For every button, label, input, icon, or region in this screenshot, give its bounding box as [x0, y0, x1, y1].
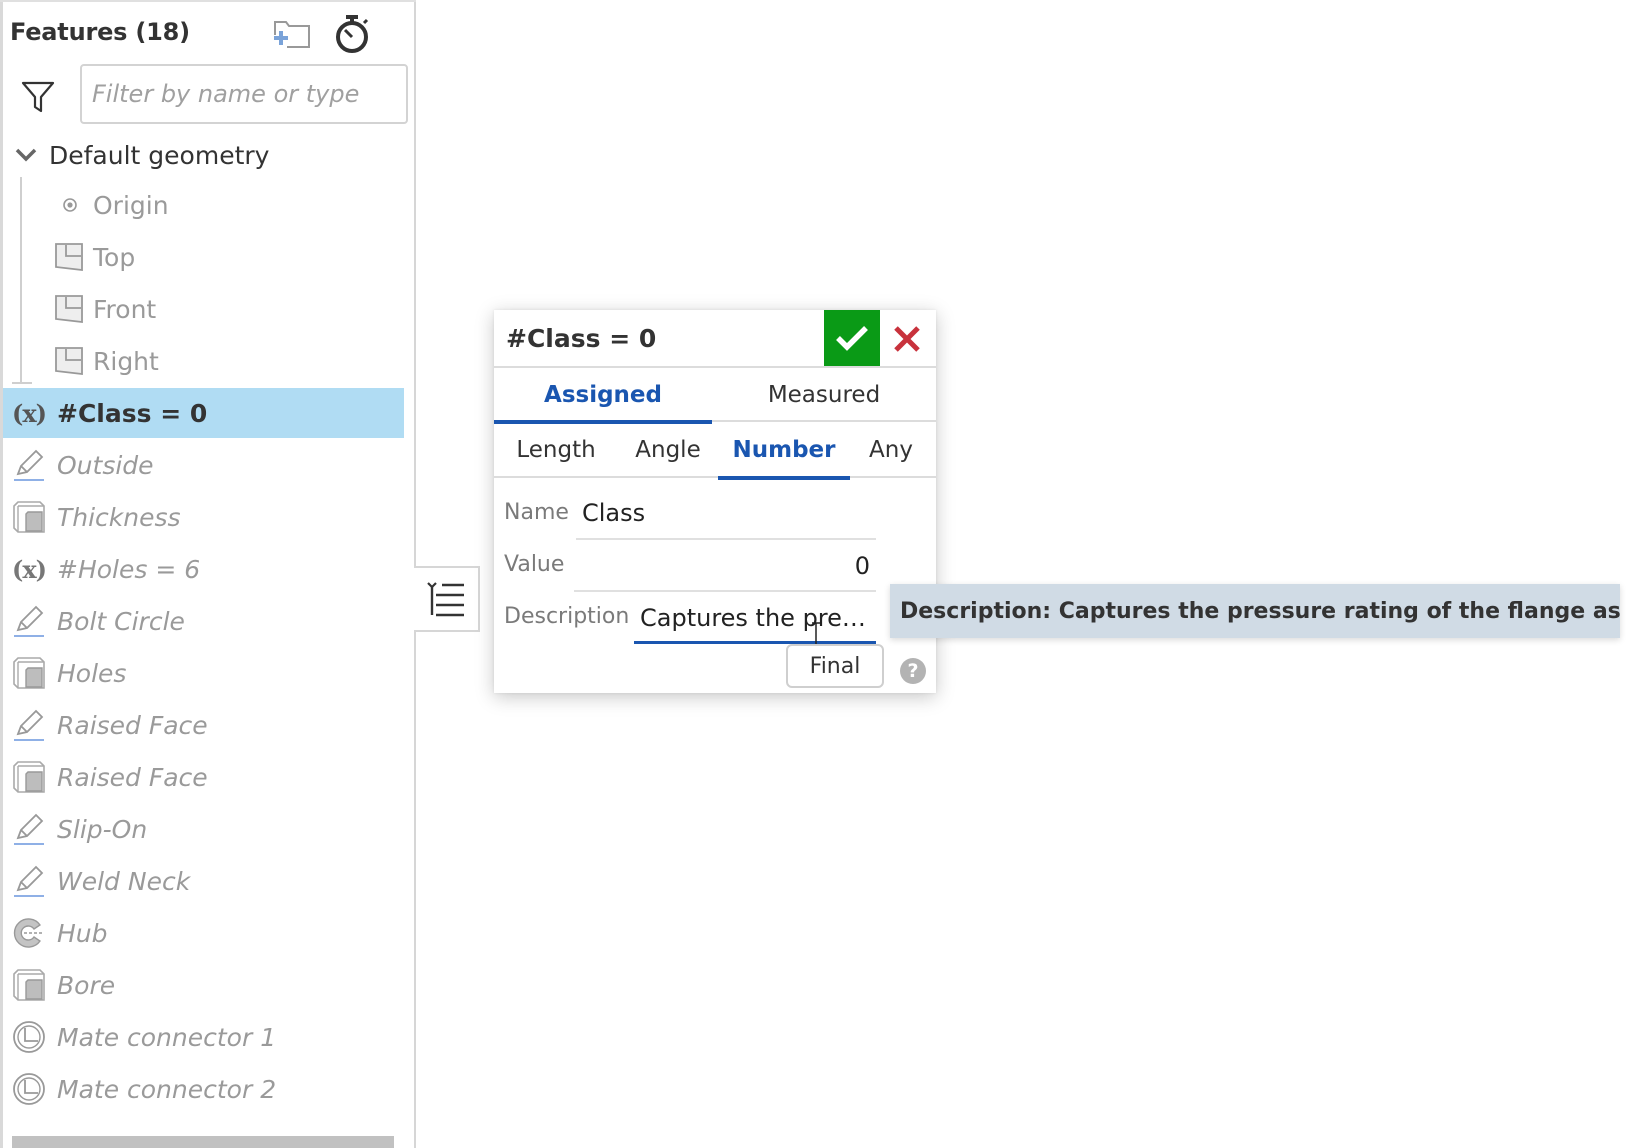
plane-icon [53, 240, 87, 274]
tree-item-label: Origin [93, 190, 169, 220]
sketch-icon [11, 863, 47, 899]
feature-label: Hub [57, 918, 108, 948]
tree-item-label: Top [93, 242, 136, 272]
variable-icon: (x) [11, 398, 47, 428]
extrude-icon [11, 499, 47, 535]
tree-item-label: Front [93, 294, 157, 324]
feature-label: #Class = 0 [57, 398, 208, 428]
description-label: Description [504, 604, 630, 629]
filter-input[interactable] [80, 64, 408, 124]
variable-dialog: #Class = 0 Assigned Measured Length Angl… [494, 310, 936, 693]
feature-label: Bore [57, 970, 116, 1000]
list-toggle-icon [427, 582, 464, 617]
type-tabs: Length Angle Number Any [494, 422, 936, 480]
name-label: Name [504, 500, 569, 525]
extrude-icon [11, 759, 47, 795]
rollback-timer-button[interactable] [332, 14, 372, 54]
tab-measured[interactable]: Measured [712, 368, 936, 422]
description-input[interactable]: Captures the pres... [634, 592, 876, 644]
final-button[interactable]: Final [786, 644, 884, 688]
feature-label: Outside [57, 450, 154, 480]
feature-label: Holes [57, 658, 127, 688]
feature-item-mate-connector-1[interactable]: Mate connector 1 [3, 1012, 404, 1062]
feature-label: Thickness [57, 502, 181, 532]
plane-icon [53, 344, 87, 378]
chevron-down-icon[interactable] [9, 140, 43, 170]
mode-tabs: Assigned Measured [494, 368, 936, 424]
new-folder-button[interactable] [272, 16, 312, 52]
feature-label: Slip-On [57, 814, 148, 844]
mate-connector-icon [11, 1019, 47, 1055]
folder-plus-icon [273, 21, 310, 49]
feature-label: Raised Face [57, 710, 208, 740]
tree-item-origin[interactable]: Origin [3, 180, 404, 230]
feature-item-holes[interactable]: Holes [3, 648, 404, 698]
panel-title: Features (18) [10, 18, 190, 46]
plane-icon [53, 292, 87, 326]
funnel-icon[interactable] [20, 78, 56, 114]
tab-assigned[interactable]: Assigned [494, 368, 712, 424]
feature-label: Raised Face [57, 762, 208, 792]
feature-label: Mate connector 2 [57, 1074, 277, 1104]
feature-item-holes-variable[interactable]: (x) #Holes = 6 [3, 544, 404, 594]
feature-item-hub[interactable]: Hub [3, 908, 404, 958]
tab-any[interactable]: Any [850, 422, 932, 478]
feature-item-raised-face-extrude[interactable]: Raised Face [3, 752, 404, 802]
sketch-icon [11, 707, 47, 743]
revolve-icon [11, 915, 47, 951]
dialog-header: #Class = 0 [494, 310, 936, 368]
variable-icon: (x) [11, 554, 47, 584]
value-label: Value [504, 552, 565, 577]
tab-length[interactable]: Length [502, 422, 610, 478]
tree-group-default-geometry[interactable]: Default geometry [3, 130, 404, 180]
feature-panel: Features (18) Filter by name or type Def… [0, 0, 416, 1148]
horizontal-scrollbar[interactable] [12, 1136, 394, 1148]
stopwatch-icon [336, 15, 369, 53]
tree-item-top[interactable]: Top [3, 232, 404, 282]
feature-item-raised-face-sketch[interactable]: Raised Face [3, 700, 404, 750]
tree-item-front[interactable]: Front [3, 284, 404, 334]
panel-top-border [0, 0, 416, 2]
feature-item-bolt-circle[interactable]: Bolt Circle [3, 596, 404, 646]
feature-item-class-variable[interactable]: (x) #Class = 0 [3, 388, 404, 438]
feature-item-thickness[interactable]: Thickness [3, 492, 404, 542]
sketch-icon [11, 811, 47, 847]
feature-item-weld-neck[interactable]: Weld Neck [3, 856, 404, 906]
feature-label: #Holes = 6 [57, 554, 201, 584]
panel-header: Features (18) [10, 14, 410, 54]
feature-item-slip-on[interactable]: Slip-On [3, 804, 404, 854]
sketch-icon [11, 447, 47, 483]
tab-angle[interactable]: Angle [618, 422, 718, 478]
description-tooltip: Description: Captures the pressure ratin… [890, 584, 1620, 638]
feature-item-bore[interactable]: Bore [3, 960, 404, 1010]
extrude-icon [11, 655, 47, 691]
help-icon[interactable]: ? [900, 658, 926, 684]
origin-point-icon [53, 188, 87, 222]
feature-item-outside[interactable]: Outside [3, 440, 404, 490]
feature-label: Weld Neck [57, 866, 191, 896]
extrude-icon [11, 967, 47, 1003]
tree-item-label: Right [93, 346, 159, 376]
feature-label: Mate connector 1 [57, 1022, 277, 1052]
feature-item-mate-connector-2[interactable]: Mate connector 2 [3, 1064, 404, 1114]
sketch-icon [11, 603, 47, 639]
tab-number[interactable]: Number [718, 422, 850, 480]
close-icon [894, 326, 920, 352]
name-input[interactable] [576, 488, 876, 540]
checkmark-icon [836, 326, 868, 351]
cancel-button[interactable] [884, 316, 930, 362]
mate-connector-icon [11, 1071, 47, 1107]
filter-row [10, 64, 410, 126]
dialog-title: #Class = 0 [506, 324, 657, 353]
feature-label: Bolt Circle [57, 606, 185, 636]
accept-button[interactable] [824, 310, 880, 366]
tree-item-right[interactable]: Right [3, 336, 404, 386]
value-input[interactable] [574, 542, 876, 592]
tree-group-label: Default geometry [49, 140, 270, 170]
list-toggle-button[interactable] [414, 566, 480, 632]
